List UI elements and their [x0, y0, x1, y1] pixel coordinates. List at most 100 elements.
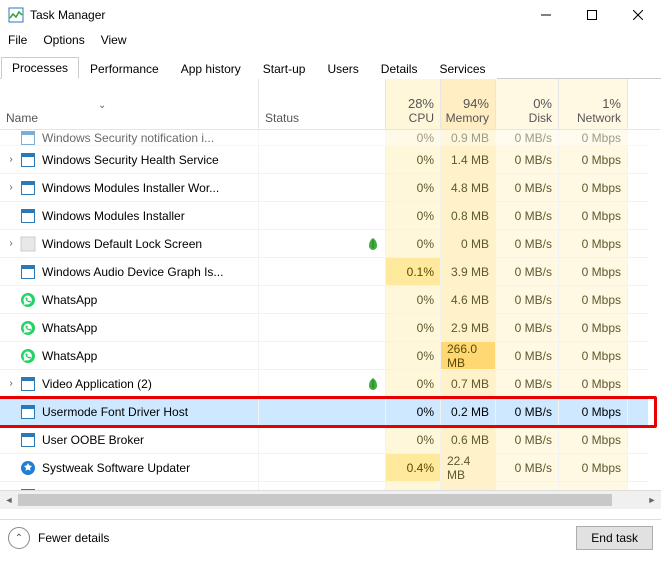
- table-row[interactable]: ›Windows Security Health Service0%1.4 MB…: [0, 146, 660, 174]
- memory-cell: 266.0 MB: [441, 342, 496, 370]
- table-row[interactable]: Usermode Font Driver Host0%0.2 MB0 MB/s0…: [0, 398, 660, 426]
- app-icon: [20, 130, 36, 146]
- systweak-icon: [20, 460, 36, 476]
- column-memory[interactable]: 94% Memory: [441, 79, 496, 129]
- network-cell: 0 Mbps: [559, 230, 628, 258]
- memory-cell: 0.2 MB: [441, 398, 496, 426]
- tab-app-history[interactable]: App history: [170, 58, 252, 79]
- horizontal-scrollbar[interactable]: ◄ ►: [0, 490, 661, 509]
- column-network[interactable]: 1% Network: [559, 79, 628, 129]
- table-row[interactable]: Windows Security notification i... 0% 0.…: [0, 130, 660, 146]
- network-cell: 0 Mbps: [559, 130, 628, 146]
- process-name: Windows Modules Installer: [42, 209, 185, 223]
- table-row[interactable]: Systweak Software Updater0.4%22.4 MB0 MB…: [0, 454, 660, 482]
- memory-usage-pct: 94%: [463, 96, 489, 111]
- cpu-cell: 0%: [386, 130, 441, 146]
- memory-cell: 22.4 MB: [441, 454, 496, 482]
- tab-performance[interactable]: Performance: [79, 58, 170, 79]
- menu-bar: File Options View: [0, 30, 661, 50]
- status-cell: [259, 202, 386, 230]
- process-name: Systweak Software Updater: [42, 461, 190, 475]
- memory-cell: 1.4 MB: [441, 146, 496, 174]
- menu-view[interactable]: View: [101, 33, 127, 47]
- network-cell: 0 Mbps: [559, 258, 628, 286]
- app-icon: [20, 432, 36, 448]
- end-task-button[interactable]: End task: [576, 526, 653, 550]
- maximize-button[interactable]: [569, 0, 615, 30]
- column-status[interactable]: Status: [259, 79, 386, 129]
- process-name: System Guard Runtime Monitor...: [42, 489, 219, 491]
- tab-start-up[interactable]: Start-up: [252, 58, 317, 79]
- process-name: Windows Audio Device Graph Is...: [42, 265, 223, 279]
- expand-toggle[interactable]: ›: [4, 154, 18, 165]
- whatsapp-icon: [20, 320, 36, 336]
- network-cell: 0 Mbps: [559, 174, 628, 202]
- fewer-details-label: Fewer details: [38, 531, 109, 545]
- network-cell: 0 Mbps: [559, 398, 628, 426]
- table-row[interactable]: ›System Guard Runtime Monitor...0%3.4 MB…: [0, 482, 660, 490]
- status-cell: [259, 482, 386, 490]
- menu-file[interactable]: File: [8, 33, 27, 47]
- leaf-icon: [367, 237, 379, 251]
- table-row[interactable]: WhatsApp0%2.9 MB0 MB/s0 Mbps: [0, 314, 660, 342]
- status-cell: [259, 286, 386, 314]
- process-name: Windows Security Health Service: [42, 153, 219, 167]
- column-name[interactable]: Name ⌄: [0, 79, 259, 129]
- expand-toggle[interactable]: ›: [4, 378, 18, 389]
- tab-services[interactable]: Services: [428, 58, 496, 79]
- cpu-cell: 0%: [386, 370, 441, 398]
- scroll-thumb[interactable]: [18, 494, 612, 506]
- expand-toggle[interactable]: ›: [4, 182, 18, 193]
- memory-cell: 3.4 MB: [441, 482, 496, 490]
- scroll-right-arrow-icon[interactable]: ►: [643, 491, 661, 509]
- table-row[interactable]: ›Video Application (2)0%0.7 MB0 MB/s0 Mb…: [0, 370, 660, 398]
- memory-cell: 3.9 MB: [441, 258, 496, 286]
- table-row[interactable]: ›Windows Modules Installer Wor...0%4.8 M…: [0, 174, 660, 202]
- title-bar: Task Manager: [0, 0, 661, 30]
- tab-users[interactable]: Users: [316, 58, 369, 79]
- cpu-cell: 0%: [386, 174, 441, 202]
- column-status-label: Status: [265, 111, 379, 125]
- process-name: User OOBE Broker: [42, 433, 144, 447]
- tab-strip: Processes Performance App history Start-…: [0, 54, 661, 79]
- minimize-button[interactable]: [523, 0, 569, 30]
- table-row[interactable]: WhatsApp0%4.6 MB0 MB/s0 Mbps: [0, 286, 660, 314]
- column-cpu[interactable]: 28% CPU: [386, 79, 441, 129]
- leaf-icon: [367, 377, 379, 391]
- table-row[interactable]: ›Windows Default Lock Screen0%0 MB0 MB/s…: [0, 230, 660, 258]
- cpu-cell: 0%: [386, 398, 441, 426]
- scroll-track[interactable]: [18, 494, 643, 506]
- table-row[interactable]: WhatsApp0%266.0 MB0 MB/s0 Mbps: [0, 342, 660, 370]
- memory-cell: 0.7 MB: [441, 370, 496, 398]
- table-row[interactable]: Windows Modules Installer0%0.8 MB0 MB/s0…: [0, 202, 660, 230]
- column-overflow[interactable]: [628, 79, 648, 129]
- cpu-cell: 0%: [386, 202, 441, 230]
- whatsapp-icon: [20, 292, 36, 308]
- close-button[interactable]: [615, 0, 661, 30]
- disk-cell: 0 MB/s: [496, 230, 559, 258]
- memory-cell: 2.9 MB: [441, 314, 496, 342]
- blank-icon: [20, 236, 36, 252]
- app-icon: [8, 7, 24, 23]
- column-name-label: Name: [6, 111, 38, 125]
- cpu-cell: 0%: [386, 426, 441, 454]
- fewer-details-button[interactable]: ⌃ Fewer details: [8, 527, 576, 549]
- tab-processes[interactable]: Processes: [1, 57, 79, 79]
- tab-details[interactable]: Details: [370, 58, 429, 79]
- column-disk[interactable]: 0% Disk: [496, 79, 559, 129]
- table-body[interactable]: Windows Security notification i... 0% 0.…: [0, 130, 660, 490]
- network-usage-pct: 1%: [602, 96, 621, 111]
- table-header: Name ⌄ Status 28% CPU 94% Memory 0% Disk…: [0, 79, 660, 130]
- disk-cell: 0 MB/s: [496, 426, 559, 454]
- memory-cell: 0.6 MB: [441, 426, 496, 454]
- status-cell: [259, 146, 386, 174]
- table-row[interactable]: User OOBE Broker 0%0.6 MB0 MB/s0 Mbps: [0, 426, 660, 454]
- app-icon: [20, 404, 36, 420]
- scroll-left-arrow-icon[interactable]: ◄: [0, 491, 18, 509]
- network-cell: 0 Mbps: [559, 426, 628, 454]
- expand-toggle[interactable]: ›: [4, 238, 18, 249]
- disk-cell: 0 MB/s: [496, 482, 559, 490]
- table-row[interactable]: Windows Audio Device Graph Is...0.1%3.9 …: [0, 258, 660, 286]
- menu-options[interactable]: Options: [43, 33, 84, 47]
- disk-cell: 0 MB/s: [496, 174, 559, 202]
